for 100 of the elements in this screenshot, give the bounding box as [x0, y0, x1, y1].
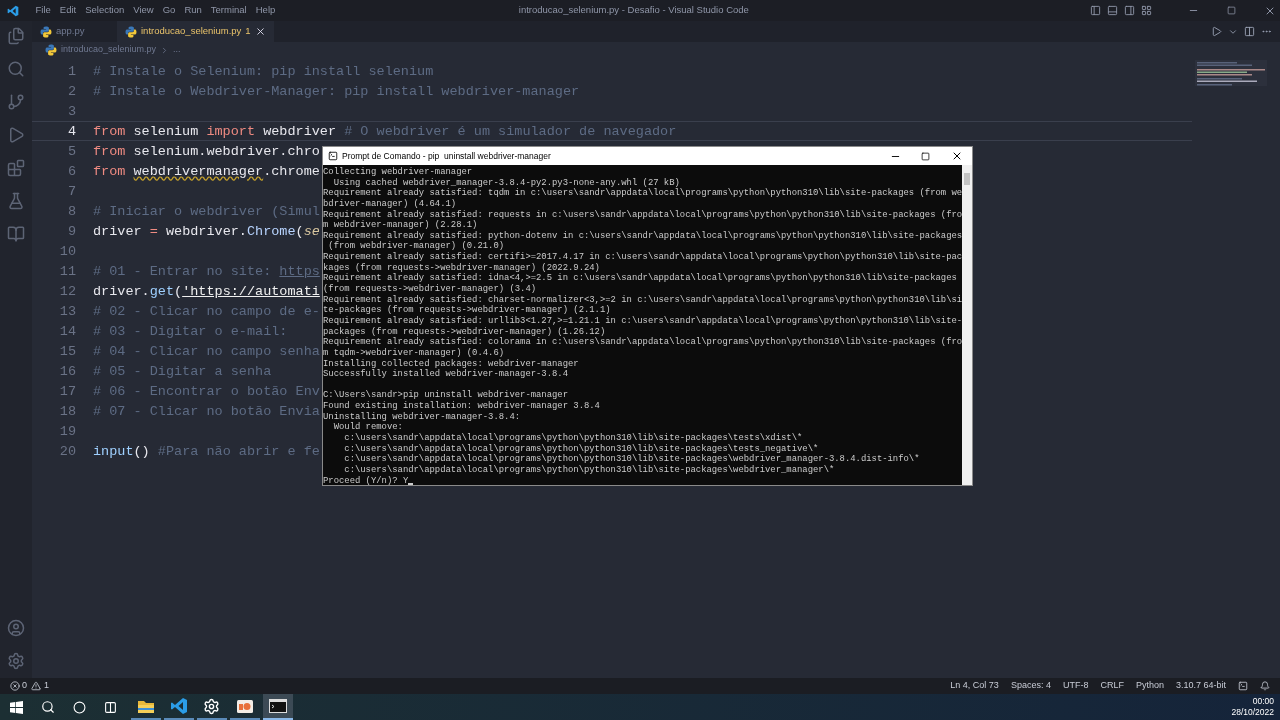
terminal-line: Would remove:	[332, 422, 404, 433]
code-line: from webdrivermanager.chrome	[93, 163, 320, 180]
code-line: # 03 - Digitar o e-mail:	[93, 323, 288, 340]
code-line: # Instale o Webdriver-Manager: pip install webdriver-manager	[93, 83, 580, 100]
code-line: # 02 - Clicar no campo de e-	[93, 303, 320, 320]
run-file-icon[interactable]	[1211, 26, 1222, 37]
terminal-line: C:\Users\sandr>pip uninstall webdriver-manager	[323, 390, 569, 401]
line-number: 18	[58, 403, 76, 420]
app-logo-icon	[7, 4, 19, 17]
maximize-icon[interactable]	[1227, 6, 1236, 15]
minimap[interactable]	[1195, 60, 1267, 86]
flask-icon[interactable]	[7, 192, 25, 210]
error-icon	[10, 681, 20, 691]
maximize-icon[interactable]	[921, 151, 930, 161]
line-number: 3	[66, 103, 76, 120]
taskbar-app[interactable]	[262, 694, 293, 720]
line-number: 15	[58, 343, 76, 360]
folder-icon	[136, 698, 155, 714]
code-line: # Instale o Selenium: pip install selenium	[93, 63, 434, 80]
terminal-line: Requirement already satisfied: python-dotenv in c:\users\sandr\appdata\local\programs\python\python310\lib\site-packages	[323, 230, 962, 241]
line-number: 5	[66, 143, 76, 160]
window-title: Prompt de Comando - pip uninstall webdriver-manager	[342, 149, 551, 163]
toggle-secondary-sidebar-icon[interactable]	[1124, 5, 1135, 16]
branch-icon[interactable]	[7, 93, 25, 111]
notification-icon[interactable]	[1260, 681, 1270, 691]
line-number: 12	[58, 283, 76, 300]
status-item[interactable]: Python	[1135, 679, 1164, 693]
terminal-line: c:\users\sandr\appdata\local\programs\python\python310\lib\site-packages\webdriver_manager\*	[343, 464, 836, 476]
menu-item[interactable]: Help	[251, 3, 280, 18]
command-prompt-icon	[328, 151, 338, 161]
split-editor-icon[interactable]	[1244, 26, 1255, 37]
code-line: from selenium import webdriver # O webdriver é um simulador de navegador	[93, 123, 677, 140]
clock-date[interactable]: 28/10/2022	[1231, 707, 1274, 718]
status-item[interactable]: UTF-8	[1062, 679, 1089, 693]
code-editor-icon	[169, 697, 188, 715]
photo-app-icon	[235, 698, 254, 714]
menu-item[interactable]: Terminal	[206, 3, 252, 18]
line-number: 9	[66, 223, 76, 240]
cortana-icon[interactable]	[73, 700, 86, 714]
code-line: # 07 - Clicar no botão Envia	[93, 403, 320, 420]
gear-icon	[203, 697, 220, 715]
terminal-line: Uninstalling webdriver-manager-3.8.4:	[323, 411, 522, 422]
extensions-icon[interactable]	[7, 159, 25, 177]
terminal-line: Successfully installed webdriver-manager-3.8.4	[323, 369, 569, 380]
line-number: 6	[66, 163, 76, 180]
line-number: 10	[58, 243, 76, 260]
terminal-line: bdriver-manager) (4.64.1)	[323, 198, 458, 210]
scrollbar[interactable]	[962, 165, 972, 485]
line-number: 1	[66, 63, 76, 80]
line-number: 13	[58, 303, 76, 320]
start-icon[interactable]	[10, 700, 23, 714]
toggle-panel-icon[interactable]	[1107, 5, 1118, 16]
menu-item[interactable]: File	[31, 3, 56, 18]
clock-time[interactable]: 00:00	[1252, 696, 1274, 707]
feedback-icon[interactable]	[1238, 681, 1248, 691]
warning-icon	[31, 681, 41, 691]
line-number: 14	[58, 323, 76, 340]
python-file-icon	[40, 25, 52, 38]
menu-item[interactable]: Go	[158, 3, 180, 18]
status-item[interactable]: Spaces: 4	[1010, 679, 1051, 693]
tab-label: app.py	[56, 24, 85, 39]
menu-item[interactable]: Run	[179, 3, 207, 18]
terminal-prompt: Proceed (Y/n)? Y	[323, 475, 409, 485]
status-item[interactable]: CRLF	[1100, 679, 1124, 693]
files-icon[interactable]	[7, 27, 25, 45]
task-view-icon[interactable]	[104, 700, 117, 714]
terminal-line: c:\users\sandr\appdata\local\programs\python\python310\lib\site-packages\tests_negative\*	[343, 443, 820, 454]
terminal-line: Requirement already satisfied: urllib3<1.27,>=1.21.1 in c:\users\sandr\appdata\local\programs\python\python310\lib\site-	[323, 315, 962, 327]
terminal-line: Found existing installation: webdriver-manager 3.8.4	[323, 401, 601, 412]
editor-tab[interactable]: introducao_selenium.py 1	[117, 21, 274, 42]
toggle-sidebar-icon[interactable]	[1090, 5, 1101, 16]
tab-label: introducao_selenium.py	[141, 24, 242, 39]
editor-tab[interactable]: app.py	[32, 21, 117, 42]
status-item[interactable]: 3.10.7 64-bit	[1175, 679, 1226, 693]
close-tab-icon[interactable]	[254, 26, 266, 37]
line-number: 4	[66, 123, 76, 140]
menu-item[interactable]: Edit	[55, 3, 81, 18]
menu-item[interactable]: View	[128, 3, 159, 18]
run-icon[interactable]	[7, 126, 25, 144]
line-number: 7	[66, 183, 76, 200]
terminal-line: Requirement already satisfied: colorama in c:\users\sandr\appdata\local\programs\python\python310\lib\site-packages (fro	[323, 337, 962, 348]
warning-count[interactable]: 1	[44, 679, 50, 693]
line-number: 17	[58, 383, 76, 400]
problem-count: 1	[245, 24, 251, 39]
code-line: driver.get('https://automati	[93, 283, 320, 300]
python-file-icon	[45, 44, 57, 56]
layout-icon[interactable]	[1141, 5, 1152, 16]
terminal-line: Requirement already satisfied: requests in c:\users\sandr\appdata\local\programs\python\python310\lib\site-packages (fro	[323, 209, 962, 220]
terminal-line: Using cached webdriver_manager-3.8.4-py2.py3-none-any.whl (27 kB)	[332, 177, 681, 188]
settings-icon[interactable]	[7, 652, 25, 670]
terminal-line: te-packages (from requests->webdriver-manager) (2.1.1)	[323, 305, 612, 316]
terminal-line: m webdriver-manager) (2.28.1)	[323, 220, 479, 231]
close-icon[interactable]	[951, 150, 963, 162]
error-count[interactable]: 0	[22, 679, 27, 693]
account-icon[interactable]	[7, 619, 25, 637]
status-item[interactable]: Ln 4, Col 73	[950, 679, 999, 693]
terminal-line: c:\users\sandr\appdata\local\programs\python\python310\lib\site-packages\webdriver_manager-3.8.4.dist-info\*	[343, 454, 921, 465]
search-icon[interactable]	[41, 700, 55, 714]
book-icon[interactable]	[7, 225, 25, 243]
menu-item[interactable]: Selection	[80, 3, 129, 18]
